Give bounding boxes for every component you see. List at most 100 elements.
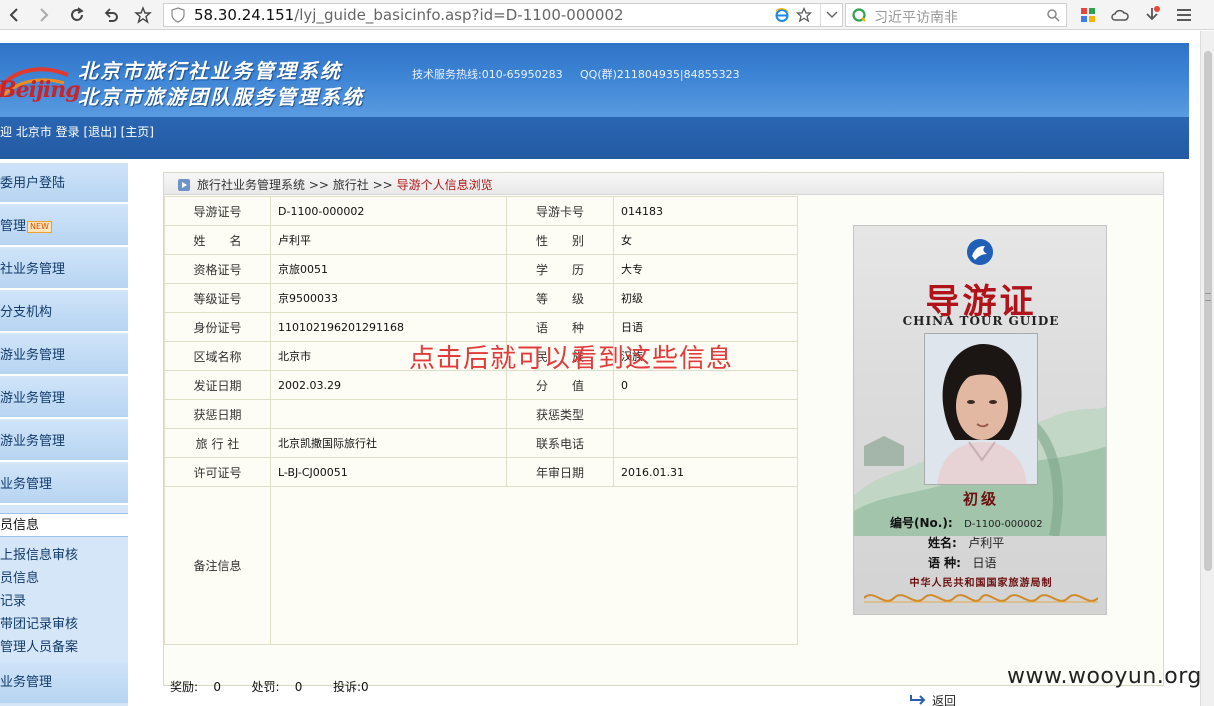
reward-count: 0 (213, 680, 221, 694)
search-icon[interactable] (1046, 8, 1060, 22)
label-penalty-type: 获惩类型 (506, 399, 614, 429)
sidebar-item-label: 分支机构 (0, 305, 53, 320)
portrait-image (925, 334, 1037, 484)
table-row: 许可证号 L-BJ-CJ00051 年审日期 2016.01.31 (164, 457, 798, 487)
label-issue-date: 发证日期 (164, 370, 271, 400)
value-agency: 北京凯撒国际旅行社 (270, 428, 507, 458)
page-viewport: Beijing 北京市旅行社业务管理系统 北京市旅游团队服务管理系统 技术服务热… (0, 31, 1200, 706)
table-row: 导游证号 D-1100-000002 导游卡号 014183 (164, 196, 798, 226)
sidebar-item-business-bottom[interactable]: 业务管理 (0, 662, 128, 703)
value-license-no: L-BJ-CJ00051 (270, 457, 507, 487)
guide-photo (924, 333, 1038, 485)
search-input[interactable]: 习近平访南非 (845, 3, 1067, 27)
system-title-2: 北京市旅游团队服务管理系统 (78, 85, 364, 109)
bookmark-star-icon[interactable] (132, 4, 154, 26)
label-grade: 等 级 (506, 283, 614, 313)
sidebar-subitem-tour-record-review[interactable]: 带团记录审核 (0, 613, 128, 636)
stats-line: 奖励: 0 处罚: 0 投诉:0 (170, 678, 369, 695)
penalty-count: 0 (294, 680, 303, 694)
card-issuer: 中华人民共和国国家旅游局制 (909, 578, 1053, 589)
tourism-emblem-icon (967, 239, 993, 265)
sidebar-subitem-records[interactable]: 记录 (0, 590, 128, 613)
vertical-scrollbar[interactable] (1200, 31, 1214, 706)
address-bar[interactable]: 58.30.24.151/lyj_guide_basicinfo.asp?id=… (163, 3, 843, 27)
card-language-row: 语 种: 日语 (928, 554, 996, 571)
label-id-number: 身份证号 (164, 312, 271, 342)
table-row: 获惩日期 获惩类型 (164, 399, 798, 429)
url-host: 58.30.24.151 (194, 6, 295, 24)
cloud-icon[interactable] (1110, 5, 1130, 25)
sidebar-item-management[interactable]: 管理 NEW (0, 206, 128, 247)
ornamental-border (864, 594, 1098, 603)
sidebar-item-label: 业务管理 (0, 477, 53, 492)
sidebar-item-branches[interactable]: 分支机构 (0, 292, 128, 333)
label-gender: 性 别 (506, 225, 614, 255)
label-guide-card-no: 导游卡号 (506, 196, 614, 226)
breadcrumb-sep: >> (372, 178, 393, 192)
sidebar-subitem-report-review[interactable]: 上报信息审核 (0, 544, 128, 567)
user-bar: 迎 北京市 登录 [退出] [主页] (0, 117, 1189, 159)
menu-icon[interactable] (1174, 5, 1194, 25)
card-name-value: 卢利平 (968, 536, 1005, 550)
sidebar-item-tour-business-1[interactable]: 游业务管理 (0, 335, 128, 376)
url-text[interactable]: 58.30.24.151/lyj_guide_basicinfo.asp?id=… (194, 6, 624, 24)
shield-icon (171, 7, 185, 23)
arrow-right-icon (178, 179, 190, 191)
sidebar-item-tour-business-2[interactable]: 游业务管理 (0, 378, 128, 419)
refresh-icon[interactable] (66, 4, 88, 26)
sidebar-item-tour-business-3[interactable]: 游业务管理 (0, 421, 128, 462)
favorite-star-icon[interactable] (796, 7, 812, 23)
scrollbar-thumb[interactable] (1204, 51, 1212, 571)
table-row: 备注信息 (164, 486, 798, 645)
value-phone (613, 428, 798, 458)
card-language-label: 语 种: (928, 556, 961, 570)
value-guide-card-no: 014183 (613, 196, 798, 226)
system-title-1: 北京市旅行社业务管理系统 (78, 59, 342, 83)
label-phone: 联系电话 (506, 428, 614, 458)
card-name-row: 姓名: 卢利平 (928, 534, 1004, 551)
download-icon[interactable] (1142, 5, 1162, 25)
search-engine-icon (852, 8, 866, 22)
site-banner: Beijing 北京市旅行社业务管理系统 北京市旅游团队服务管理系统 技术服务热… (0, 43, 1189, 117)
table-row: 资格证号 京旅0051 学 历 大专 (164, 254, 798, 284)
back-arrow-icon[interactable] (4, 4, 26, 26)
label-review-date: 年审日期 (506, 457, 614, 487)
value-education: 大专 (613, 254, 798, 284)
card-level: 初级 (962, 490, 999, 508)
breadcrumb-current: 导游个人信息浏览 (396, 178, 493, 192)
reward-label: 奖励: (170, 680, 199, 694)
sidebar-item-active[interactable]: 员信息 (0, 513, 128, 537)
sidebar-subitem-staff-info[interactable]: 员信息 (0, 567, 128, 590)
sidebar-item-label: 游业务管理 (0, 434, 66, 449)
qq-group: QQ(群)211804935|84855323 (580, 68, 740, 81)
penalty-label: 处罚: (251, 680, 280, 694)
url-path: /lyj_guide_basicinfo.asp?id=D-1100-00000… (294, 6, 624, 24)
back-button[interactable]: 返回 (909, 692, 956, 706)
breadcrumb-level2[interactable]: 旅行社 (333, 178, 369, 192)
apps-grid-icon[interactable] (1078, 5, 1098, 25)
sidebar-item-label: 业务管理 (0, 675, 53, 690)
ie-icon[interactable] (774, 7, 790, 23)
guide-id-card: 导游证 CHINA TOUR GUIDE 初级 编号(No.): D-1100-… (853, 225, 1107, 615)
annotation-text: 点击后就可以看到这些信息 (409, 344, 734, 374)
table-row: 等级证号 京9500033 等 级 初级 (164, 283, 798, 313)
sidebar-subitem-manager-filing[interactable]: 管理人员备案 (0, 636, 128, 659)
label-name: 姓 名 (164, 225, 271, 255)
login-info[interactable]: 迎 北京市 登录 [退出] [主页] (0, 123, 154, 140)
sidebar-item-label: 游业务管理 (0, 391, 66, 406)
new-badge: NEW (27, 220, 52, 233)
breadcrumb-level1[interactable]: 旅行社业务管理系统 (197, 178, 305, 192)
undo-icon[interactable] (100, 4, 122, 26)
return-arrow-icon (910, 695, 926, 705)
forward-arrow-icon[interactable] (32, 4, 54, 26)
label-guide-cert-no: 导游证号 (164, 196, 271, 226)
guide-info-table: 导游证号 D-1100-000002 导游卡号 014183 姓 名 卢利平 性… (164, 196, 798, 645)
back-label: 返回 (932, 694, 957, 706)
chevron-down-icon[interactable] (820, 4, 842, 26)
sidebar-item-user-login[interactable]: 委用户登陆 (0, 163, 128, 204)
sidebar-item-business[interactable]: 业务管理 (0, 464, 128, 505)
sidebar-item-agency-business[interactable]: 社业务管理 (0, 249, 128, 290)
card-number-row: 编号(No.): D-1100-000002 (890, 514, 1043, 531)
value-review-date: 2016.01.31 (613, 457, 798, 487)
value-remarks (270, 486, 798, 645)
